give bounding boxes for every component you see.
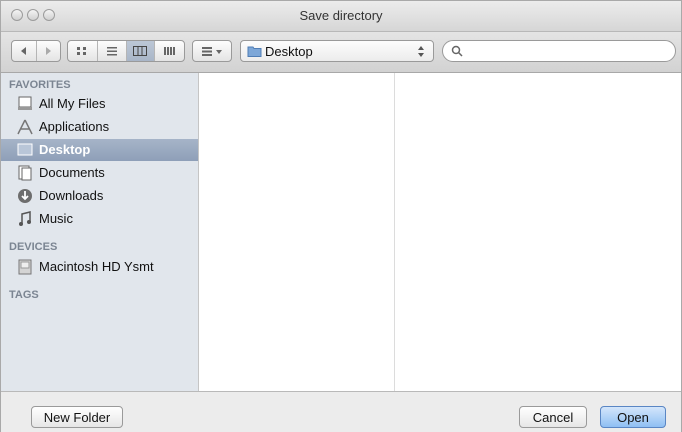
sidebar-group-favorites: FAVORITES bbox=[9, 79, 71, 91]
sidebar-group-tags: TAGS bbox=[9, 289, 39, 301]
search-icon bbox=[451, 45, 463, 57]
sidebar-item-music[interactable]: Music bbox=[1, 208, 198, 230]
title-bar: Save directory bbox=[1, 1, 681, 32]
sidebar-group-devices: DEVICES bbox=[9, 241, 58, 253]
icon-view-icon bbox=[77, 47, 87, 55]
arrange-grid-icon bbox=[202, 47, 222, 56]
list-view-button[interactable] bbox=[98, 41, 127, 61]
search-field[interactable] bbox=[442, 40, 676, 62]
icon-view-button[interactable] bbox=[68, 41, 98, 61]
sidebar-item-downloads[interactable]: Downloads bbox=[1, 185, 198, 207]
window-title: Save directory bbox=[299, 8, 383, 23]
hard-drive-icon bbox=[18, 259, 32, 275]
column-view-icon bbox=[133, 46, 148, 56]
chevron-updown-icon bbox=[418, 46, 424, 57]
save-directory-dialog: Save directory Desktop FAVORITES All My … bbox=[0, 0, 682, 432]
sidebar-item-macintosh-hd[interactable]: Macintosh HD Ysmt bbox=[1, 256, 198, 278]
browser-column-1[interactable] bbox=[199, 73, 394, 391]
sidebar-item-label: Music bbox=[39, 211, 73, 226]
open-button[interactable]: Open bbox=[600, 406, 666, 428]
applications-icon bbox=[17, 119, 33, 135]
column-view-button[interactable] bbox=[126, 41, 156, 61]
sidebar-item-label: Downloads bbox=[39, 188, 104, 203]
path-popup[interactable]: Desktop bbox=[240, 40, 434, 62]
cancel-button[interactable]: Cancel bbox=[519, 406, 587, 428]
forward-arrow-icon bbox=[46, 47, 52, 55]
coverflow-view-icon bbox=[163, 47, 175, 55]
sidebar-item-label: Macintosh HD Ysmt bbox=[39, 259, 154, 274]
sidebar-item-all-my-files[interactable]: All My Files bbox=[1, 93, 198, 115]
browser-column-2[interactable] bbox=[395, 73, 681, 391]
desktop-icon bbox=[17, 143, 33, 156]
documents-icon bbox=[18, 165, 32, 181]
sidebar: FAVORITES All My Files Applications Desk… bbox=[1, 73, 199, 391]
forward-button[interactable] bbox=[37, 41, 61, 61]
bottom-bar: New Folder Cancel Open bbox=[1, 391, 681, 432]
view-mode-control bbox=[67, 40, 185, 62]
sidebar-item-applications[interactable]: Applications bbox=[1, 116, 198, 138]
coverflow-view-button[interactable] bbox=[155, 41, 184, 61]
sidebar-item-label: Desktop bbox=[39, 142, 91, 157]
sidebar-item-label: Applications bbox=[39, 119, 110, 134]
new-folder-button[interactable]: New Folder bbox=[31, 406, 123, 428]
sidebar-item-label: All My Files bbox=[39, 96, 106, 111]
path-label: Desktop bbox=[265, 44, 313, 59]
folder-icon bbox=[247, 46, 262, 57]
arrange-button[interactable] bbox=[192, 40, 232, 62]
sidebar-item-desktop[interactable]: Desktop bbox=[1, 139, 198, 161]
music-icon bbox=[19, 211, 31, 226]
sidebar-item-documents[interactable]: Documents bbox=[1, 162, 198, 184]
toolbar: Desktop bbox=[1, 32, 681, 73]
back-button[interactable] bbox=[12, 41, 37, 61]
downloads-icon bbox=[18, 189, 32, 203]
list-view-icon bbox=[106, 47, 117, 56]
back-forward-control bbox=[11, 40, 61, 62]
sidebar-item-label: Documents bbox=[39, 165, 105, 180]
back-arrow-icon bbox=[20, 47, 26, 55]
all-files-icon bbox=[18, 96, 32, 110]
